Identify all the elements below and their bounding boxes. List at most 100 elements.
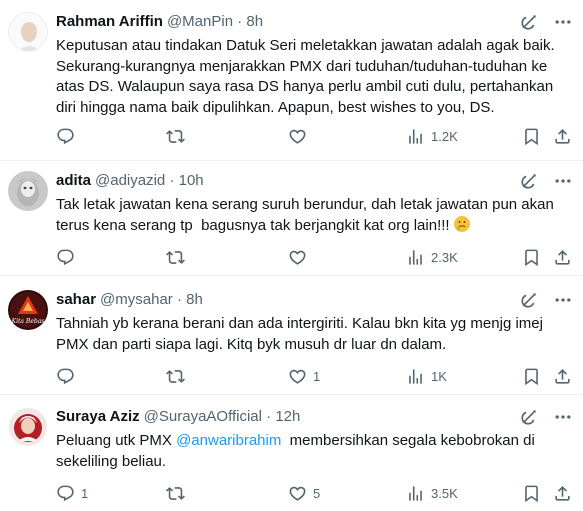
reply-icon bbox=[56, 484, 75, 503]
views-button[interactable]: 3.5K bbox=[406, 483, 458, 503]
separator-dot: · bbox=[266, 408, 272, 425]
avatar[interactable] bbox=[8, 12, 48, 52]
mention-link[interactable]: @anwaribrahim bbox=[176, 432, 281, 449]
author-name[interactable]: Suraya Aziz bbox=[56, 408, 140, 425]
views-button[interactable]: 2.3K bbox=[406, 247, 458, 267]
like-button[interactable] bbox=[288, 126, 313, 146]
tweet-text-content: Tak letak jawatan kena serang suruh beru… bbox=[56, 196, 559, 234]
tweet-text: Tak letak jawatan kena serang suruh beru… bbox=[56, 195, 573, 236]
thinking-face-icon bbox=[453, 215, 470, 232]
more-icon[interactable] bbox=[553, 290, 573, 310]
tweet-text: Keputusan atau tindakan Datuk Seri melet… bbox=[56, 37, 559, 116]
bookmark-icon bbox=[522, 484, 541, 503]
separator-dot: · bbox=[237, 13, 243, 30]
reply-icon bbox=[56, 248, 75, 267]
avatar[interactable] bbox=[8, 407, 48, 447]
author-handle[interactable]: @mysahar bbox=[100, 291, 173, 308]
share-icon bbox=[553, 127, 572, 146]
grok-icon[interactable] bbox=[519, 12, 539, 32]
author-name[interactable]: sahar bbox=[56, 291, 96, 308]
share-button[interactable] bbox=[553, 247, 572, 267]
bookmark-icon bbox=[522, 248, 541, 267]
timestamp[interactable]: 8h bbox=[186, 291, 203, 308]
retweet-button[interactable] bbox=[166, 366, 191, 386]
action-bar: 1.2K bbox=[56, 126, 575, 146]
bookmark-icon bbox=[522, 127, 541, 146]
retweet-button[interactable] bbox=[166, 126, 191, 146]
author-name[interactable]: Rahman Ariffin bbox=[56, 13, 163, 30]
tweet[interactable]: Rahman Ariffin @ManPin · 8h Keputusan ata… bbox=[0, 0, 583, 161]
reply-button[interactable] bbox=[56, 126, 81, 146]
tweet[interactable]: adita @adiyazid · 10h Tak letak jawatan k… bbox=[0, 161, 583, 276]
views-icon bbox=[406, 127, 425, 146]
grok-icon[interactable] bbox=[519, 407, 539, 427]
like-button[interactable]: 5 bbox=[288, 483, 320, 503]
author-handle[interactable]: @SurayaAOfficial bbox=[144, 408, 262, 425]
views-icon bbox=[406, 248, 425, 267]
reply-button[interactable]: 1 bbox=[56, 483, 88, 503]
views-button[interactable]: 1.2K bbox=[406, 126, 458, 146]
tweet-header: Rahman Ariffin @ManPin · 8h bbox=[56, 12, 575, 32]
retweet-button[interactable] bbox=[166, 247, 191, 267]
tweet-text: Tahniah yb kerana berani dan ada intergi… bbox=[56, 315, 548, 353]
retweet-icon bbox=[166, 127, 185, 146]
timestamp[interactable]: 10h bbox=[179, 172, 204, 189]
action-bar: 2.3K bbox=[56, 247, 575, 267]
reply-icon bbox=[56, 367, 75, 386]
view-count: 2.3K bbox=[431, 249, 458, 265]
avatar-image bbox=[8, 171, 48, 211]
separator-dot: · bbox=[176, 291, 182, 308]
timestamp[interactable]: 8h bbox=[246, 13, 263, 30]
more-icon[interactable] bbox=[553, 171, 573, 191]
share-button[interactable] bbox=[553, 483, 572, 503]
share-icon bbox=[553, 484, 572, 503]
grok-icon[interactable] bbox=[519, 290, 539, 310]
views-icon bbox=[406, 367, 425, 386]
tweet[interactable]: Kita Bebas sahar @mysahar · 8h Tahniah yb… bbox=[0, 276, 583, 395]
tweet-header: Suraya Aziz @SurayaAOfficial · 12h bbox=[56, 407, 575, 427]
view-count: 1.2K bbox=[431, 128, 458, 144]
tweet-header: adita @adiyazid · 10h bbox=[56, 171, 575, 191]
tweet[interactable]: Suraya Aziz @SurayaAOfficial · 12h Peluan… bbox=[0, 395, 583, 511]
share-button[interactable] bbox=[553, 366, 572, 386]
like-button[interactable]: 1 bbox=[288, 366, 320, 386]
like-icon bbox=[288, 248, 307, 267]
more-icon[interactable] bbox=[553, 407, 573, 427]
retweet-button[interactable] bbox=[166, 483, 191, 503]
avatar[interactable] bbox=[8, 171, 48, 211]
views-button[interactable]: 1K bbox=[406, 366, 447, 386]
like-icon bbox=[288, 367, 307, 386]
share-button[interactable] bbox=[553, 126, 572, 146]
grok-icon[interactable] bbox=[519, 171, 539, 191]
retweet-icon bbox=[166, 367, 185, 386]
tweet-header: sahar @mysahar · 8h bbox=[56, 290, 575, 310]
reply-count: 1 bbox=[81, 485, 89, 501]
views-icon bbox=[406, 484, 425, 503]
share-icon bbox=[553, 367, 572, 386]
like-icon bbox=[288, 484, 307, 503]
svg-text:Kita Bebas: Kita Bebas bbox=[11, 318, 45, 325]
tweet-text-before: Peluang utk PMX bbox=[56, 432, 177, 449]
tweet-text: Peluang utk PMX @anwaribrahim membersihk… bbox=[56, 431, 573, 472]
action-bar: 1 5 3.5K bbox=[56, 483, 575, 503]
separator-dot: · bbox=[169, 172, 175, 189]
like-button[interactable] bbox=[288, 247, 313, 267]
avatar[interactable]: Kita Bebas bbox=[8, 290, 48, 330]
share-icon bbox=[553, 248, 572, 267]
more-icon[interactable] bbox=[553, 12, 573, 32]
like-count: 1 bbox=[313, 368, 321, 384]
bookmark-button[interactable] bbox=[522, 483, 541, 503]
reply-button[interactable] bbox=[56, 366, 81, 386]
avatar-image bbox=[9, 13, 47, 51]
author-name[interactable]: adita bbox=[56, 172, 91, 189]
bookmark-button[interactable] bbox=[522, 126, 541, 146]
author-handle[interactable]: @ManPin bbox=[167, 13, 233, 30]
view-count: 3.5K bbox=[431, 485, 458, 501]
reply-icon bbox=[56, 127, 75, 146]
reply-button[interactable] bbox=[56, 247, 81, 267]
bookmark-button[interactable] bbox=[522, 366, 541, 386]
bookmark-button[interactable] bbox=[522, 247, 541, 267]
author-handle[interactable]: @adiyazid bbox=[95, 172, 165, 189]
timestamp[interactable]: 12h bbox=[275, 408, 300, 425]
action-bar: 1 1K bbox=[56, 366, 575, 386]
